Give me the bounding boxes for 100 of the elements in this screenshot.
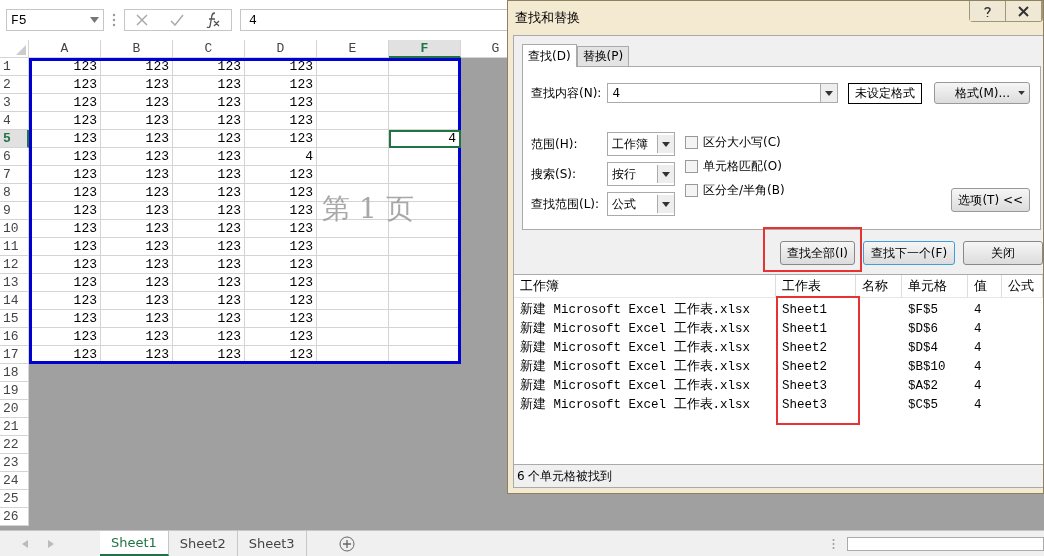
select-all-icon bbox=[16, 45, 26, 55]
row-header[interactable]: 14 bbox=[0, 292, 29, 310]
checkbox-label: 区分大小写(C) bbox=[703, 134, 781, 151]
close-icon bbox=[1018, 5, 1029, 17]
options-button[interactable]: 选项(T) << bbox=[951, 188, 1030, 212]
help-icon bbox=[982, 5, 993, 17]
field-label: 搜索(S): bbox=[531, 165, 578, 183]
row-header[interactable]: 11 bbox=[0, 238, 29, 256]
row-header[interactable]: 6 bbox=[0, 148, 29, 166]
search-field[interactable]: 4 bbox=[607, 83, 839, 103]
row-header[interactable]: 4 bbox=[0, 112, 29, 130]
table-cell-text: 新建 Microsoft Excel 工作表.xlsx bbox=[519, 339, 752, 357]
dialog-button[interactable]: 关闭 bbox=[963, 241, 1043, 265]
function-icon bbox=[206, 12, 220, 28]
more-icon bbox=[832, 537, 835, 550]
checkbox[interactable] bbox=[685, 136, 698, 149]
row-header[interactable]: 2 bbox=[0, 76, 29, 94]
checkbox-label: 区分全/半角(B) bbox=[703, 182, 785, 199]
row-header[interactable]: 1 bbox=[0, 58, 29, 76]
row-header[interactable]: 25 bbox=[0, 490, 29, 508]
row-header[interactable]: 7 bbox=[0, 166, 29, 184]
check-icon bbox=[170, 14, 184, 26]
row-header[interactable]: 22 bbox=[0, 436, 29, 454]
table-cell-text: 4 bbox=[973, 397, 983, 414]
dialog-tab[interactable]: 替换(P) bbox=[576, 46, 630, 66]
row-header[interactable]: 9 bbox=[0, 202, 29, 220]
row-header[interactable]: 20 bbox=[0, 400, 29, 418]
table-cell-text: 4 bbox=[973, 340, 983, 357]
active-cell[interactable]: 4 bbox=[389, 130, 461, 148]
row-header[interactable]: 24 bbox=[0, 472, 29, 490]
dropdown[interactable]: 工作簿 bbox=[607, 132, 675, 156]
dropdown[interactable]: 公式 bbox=[607, 192, 675, 216]
column-header[interactable]: D bbox=[245, 40, 317, 58]
row-header[interactable]: 10 bbox=[0, 220, 29, 238]
table-cell-text: $D$4 bbox=[907, 340, 939, 357]
table-cell-text: 新建 Microsoft Excel 工作表.xlsx bbox=[519, 377, 752, 395]
dropdown-icon bbox=[662, 201, 670, 207]
checkbox-label: 单元格匹配(O) bbox=[703, 158, 782, 175]
sheet-tab[interactable]: Sheet1 bbox=[100, 531, 169, 556]
table-cell-text: Sheet1 bbox=[781, 302, 828, 319]
dialog-tab[interactable]: 查找(D) bbox=[522, 44, 577, 67]
sheet-tab[interactable]: Sheet3 bbox=[237, 531, 307, 556]
row-header[interactable]: 8 bbox=[0, 184, 29, 202]
table-cell-text: Sheet3 bbox=[781, 397, 828, 414]
table-cell-text: Sheet2 bbox=[781, 340, 828, 357]
dialog-title: 查找和替换 bbox=[514, 9, 580, 27]
table-cell-text: $D$6 bbox=[907, 321, 939, 338]
sheet-tab[interactable]: Sheet2 bbox=[168, 531, 238, 556]
close-button[interactable] bbox=[1006, 1, 1042, 21]
row-header[interactable]: 19 bbox=[0, 382, 29, 400]
name-box[interactable]: F5 bbox=[6, 9, 104, 31]
prev-sheet-icon bbox=[22, 539, 28, 548]
table-cell-text: Sheet2 bbox=[781, 359, 828, 376]
caret-icon bbox=[90, 17, 99, 23]
column-header[interactable]: 单元格 bbox=[902, 275, 968, 298]
column-header[interactable]: F bbox=[389, 40, 461, 58]
column-header[interactable]: 公式 bbox=[1002, 275, 1043, 298]
format-preview: 未设定格式 bbox=[848, 82, 923, 104]
field-label: 查找范围(L): bbox=[531, 195, 601, 213]
column-header[interactable]: 工作簿 bbox=[514, 275, 776, 298]
table-cell-text: 新建 Microsoft Excel 工作表.xlsx bbox=[519, 358, 752, 376]
column-header[interactable]: A bbox=[29, 40, 101, 58]
table-cell-text: Sheet1 bbox=[781, 321, 828, 338]
row-header[interactable]: 21 bbox=[0, 418, 29, 436]
dropdown[interactable]: 按行 bbox=[607, 162, 675, 186]
column-header[interactable]: C bbox=[173, 40, 245, 58]
add-sheet-icon bbox=[338, 535, 355, 552]
table-cell-text: 新建 Microsoft Excel 工作表.xlsx bbox=[519, 320, 752, 338]
row-header[interactable]: 26 bbox=[0, 508, 29, 526]
table-cell-text: 4 bbox=[973, 302, 983, 319]
row-header[interactable]: 23 bbox=[0, 454, 29, 472]
table-cell-text: $C$5 bbox=[907, 397, 939, 414]
dialog-button[interactable]: 查找全部(I) bbox=[780, 241, 855, 265]
row-header[interactable]: 16 bbox=[0, 328, 29, 346]
next-sheet-icon bbox=[48, 539, 54, 548]
row-header[interactable]: 13 bbox=[0, 274, 29, 292]
table-cell-text: $B$10 bbox=[907, 359, 947, 376]
row-header[interactable]: 12 bbox=[0, 256, 29, 274]
column-header[interactable]: B bbox=[101, 40, 173, 58]
page-number-label: 第 1 页 bbox=[322, 191, 414, 227]
row-header[interactable]: 17 bbox=[0, 346, 29, 364]
dropdown-icon bbox=[662, 141, 670, 147]
dropdown-icon bbox=[1018, 91, 1025, 95]
grip-icon bbox=[112, 13, 116, 27]
field-label: 范围(H): bbox=[531, 135, 579, 153]
horizontal-scrollbar[interactable] bbox=[847, 536, 1044, 551]
table-cell-text: 4 bbox=[973, 321, 983, 338]
row-header[interactable]: 15 bbox=[0, 310, 29, 328]
help-button[interactable] bbox=[970, 1, 1006, 21]
checkbox[interactable] bbox=[685, 184, 698, 197]
row-header[interactable]: 5 bbox=[0, 130, 29, 148]
checkbox[interactable] bbox=[685, 160, 698, 173]
row-header[interactable]: 18 bbox=[0, 364, 29, 382]
column-header[interactable]: 值 bbox=[968, 275, 1002, 298]
table-cell-text: 新建 Microsoft Excel 工作表.xlsx bbox=[519, 396, 752, 414]
column-header[interactable]: E bbox=[317, 40, 389, 58]
table-cell-text: $A$2 bbox=[907, 378, 939, 395]
row-header[interactable]: 3 bbox=[0, 94, 29, 112]
format-button[interactable]: 格式(M)... bbox=[934, 82, 1030, 104]
dialog-button[interactable]: 查找下一个(F) bbox=[863, 241, 955, 265]
